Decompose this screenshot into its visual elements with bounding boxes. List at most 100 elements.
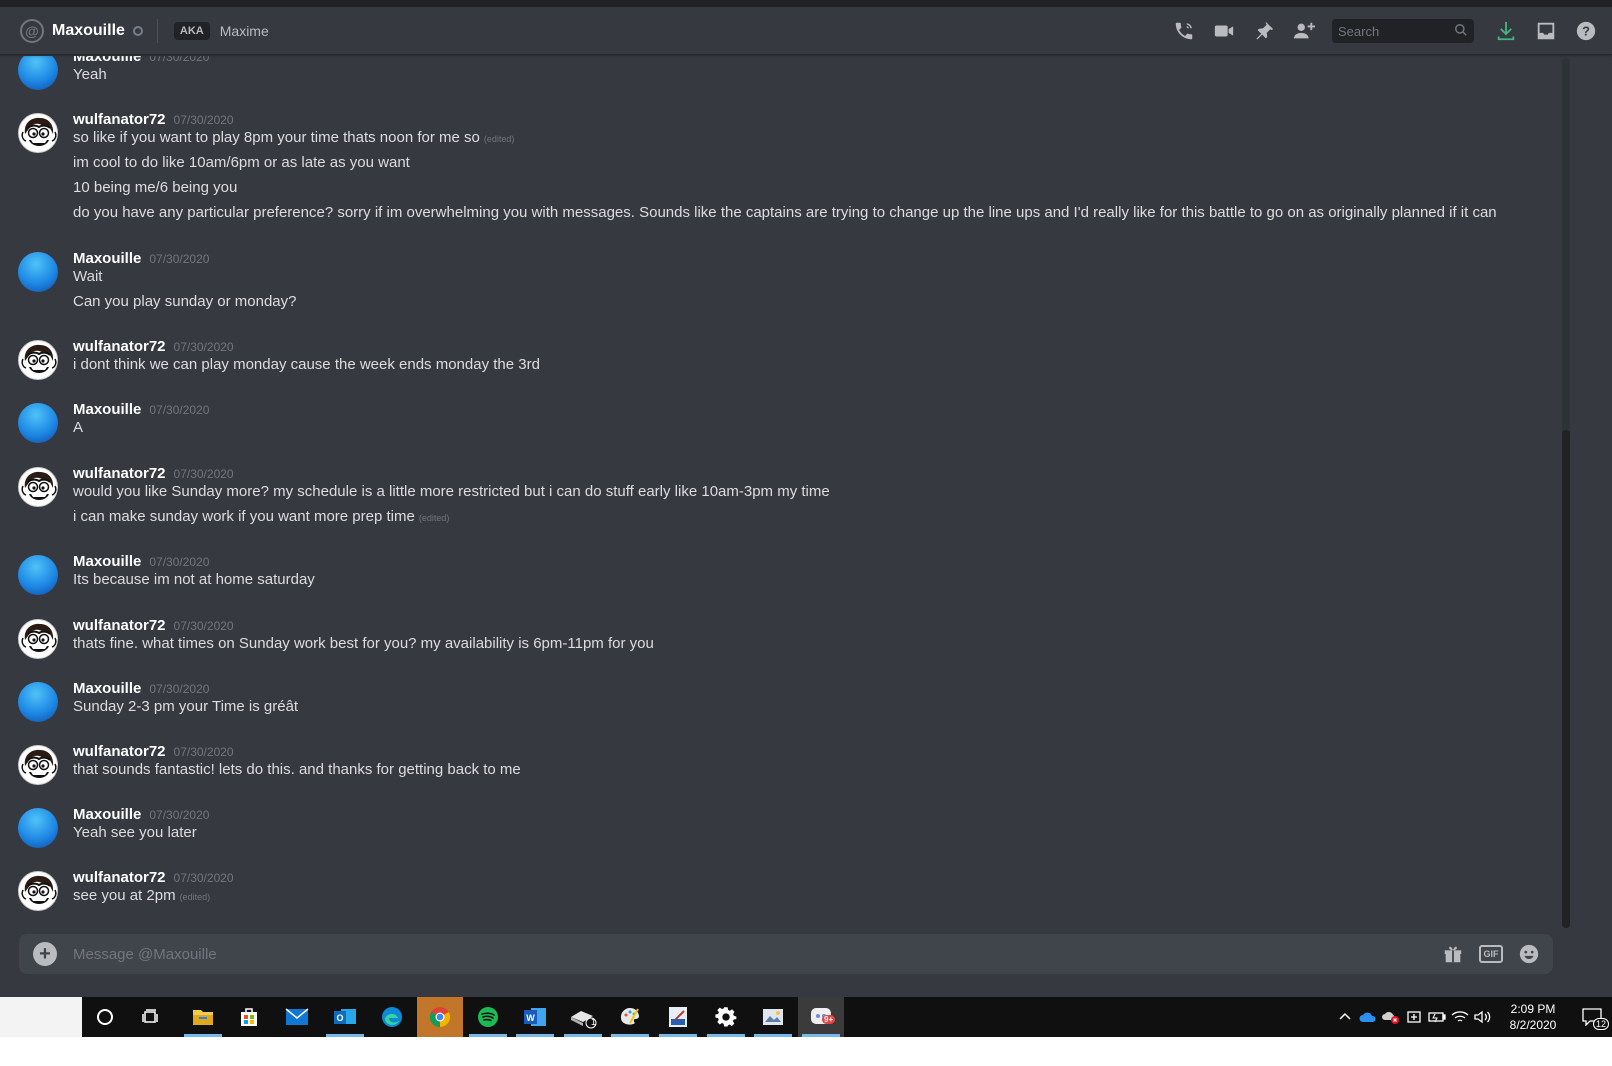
outlook-icon[interactable]: O: [322, 997, 368, 1037]
author-name[interactable]: Maxouille: [73, 680, 141, 697]
search-input[interactable]: [1332, 19, 1474, 43]
discord-icon[interactable]: 9+: [798, 997, 844, 1037]
author-name[interactable]: Maxouille: [73, 56, 141, 65]
microsoft-store-icon[interactable]: [226, 997, 272, 1037]
message-content: do you have any particular preference? s…: [73, 204, 1497, 221]
inbox-icon[interactable]: [1534, 19, 1558, 43]
message-timestamp: 07/30/2020: [149, 555, 210, 569]
aka-tag: AKA: [173, 21, 210, 40]
paint-icon[interactable]: [607, 997, 653, 1037]
add-friends-to-dm-icon[interactable]: [1292, 19, 1316, 43]
search-icon: [1455, 24, 1467, 36]
avatar[interactable]: [18, 619, 58, 659]
help-icon[interactable]: ?: [1574, 19, 1598, 43]
snipping-tool-icon[interactable]: [655, 997, 701, 1037]
chevron-up-icon[interactable]: [1333, 997, 1356, 1037]
word-icon[interactable]: W: [512, 997, 558, 1037]
message-author[interactable]: wulfanator72 07/30/2020: [73, 617, 234, 634]
avatar[interactable]: [18, 56, 58, 90]
message-content: so like if you want to play 8pm your tim…: [73, 129, 480, 146]
avatar[interactable]: [18, 682, 58, 722]
edited-tag: (edited): [483, 134, 515, 144]
screen-bottom-strip: [0, 1037, 1612, 1066]
security-icon[interactable]: [1402, 997, 1425, 1037]
emoji-icon[interactable]: [1517, 942, 1541, 966]
avatar[interactable]: [18, 113, 58, 153]
gif-icon[interactable]: GIF: [1479, 942, 1503, 966]
message-text: Can you play sunday or monday?: [73, 292, 296, 312]
gift-icon[interactable]: [1441, 942, 1465, 966]
avatar[interactable]: [18, 252, 58, 292]
battery-icon[interactable]: [1425, 997, 1448, 1037]
message-author[interactable]: Maxouille 07/30/2020: [73, 806, 209, 823]
avatar[interactable]: [18, 340, 58, 380]
message-author[interactable]: Maxouille 07/30/2020: [73, 401, 209, 418]
message-content: thats fine. what times on Sunday work be…: [73, 635, 654, 652]
download-icon[interactable]: [1494, 19, 1518, 43]
dm-username: Maxouille: [52, 21, 125, 39]
author-name[interactable]: Maxouille: [73, 401, 141, 418]
message-timestamp: 07/30/2020: [149, 56, 210, 64]
header-divider: [156, 18, 158, 43]
message-author[interactable]: Maxouille 07/30/2020: [73, 250, 209, 267]
message-author[interactable]: wulfanator72 07/30/2020: [73, 869, 234, 886]
avatar[interactable]: [18, 555, 58, 595]
message-author[interactable]: Maxouille 07/30/2020: [73, 680, 209, 697]
chrome-icon[interactable]: [417, 997, 463, 1037]
file-explorer-icon[interactable]: [180, 997, 226, 1037]
add-attachment-icon[interactable]: +: [33, 942, 57, 966]
avatar[interactable]: [18, 745, 58, 785]
message-timestamp: 07/30/2020: [149, 252, 210, 266]
wifi-icon[interactable]: [1448, 997, 1471, 1037]
settings-icon[interactable]: [703, 997, 749, 1037]
message-text: that sounds fantastic! lets do this. and…: [73, 760, 521, 780]
message-content: i dont think we can play monday cause th…: [73, 356, 540, 373]
author-name[interactable]: wulfanator72: [73, 338, 166, 355]
author-name[interactable]: wulfanator72: [73, 617, 166, 634]
message-input[interactable]: [57, 934, 1434, 974]
avatar[interactable]: [18, 403, 58, 443]
taskbar-clock[interactable]: 2:09 PM 8/2/2020: [1494, 1001, 1572, 1033]
author-name[interactable]: wulfanator72: [73, 111, 166, 128]
message-content: Its because im not at home saturday: [73, 571, 315, 588]
author-name[interactable]: Maxouille: [73, 250, 141, 267]
author-name[interactable]: wulfanator72: [73, 869, 166, 886]
message-author[interactable]: wulfanator72 07/30/2020: [73, 111, 234, 128]
scrollbar-thumb[interactable]: [1562, 430, 1570, 928]
pinned-messages-icon[interactable]: [1252, 19, 1276, 43]
message-content: i can make sunday work if you want more …: [73, 508, 415, 525]
start-video-call-icon[interactable]: [1212, 19, 1236, 43]
onedrive-error-icon[interactable]: [1379, 997, 1402, 1037]
photos-icon[interactable]: [750, 997, 796, 1037]
message-author[interactable]: Maxouille 07/30/2020: [73, 553, 209, 570]
mail-icon[interactable]: [274, 997, 320, 1037]
message-author[interactable]: Maxouille 07/30/2020: [73, 56, 209, 65]
edge-icon[interactable]: [369, 997, 415, 1037]
spotify-icon[interactable]: [465, 997, 511, 1037]
message-timestamp: 07/30/2020: [173, 871, 234, 885]
author-name[interactable]: wulfanator72: [73, 743, 166, 760]
volume-icon[interactable]: [1471, 997, 1494, 1037]
avatar[interactable]: [18, 808, 58, 848]
message-text: Its because im not at home saturday: [73, 570, 315, 590]
message-author[interactable]: wulfanator72 07/30/2020: [73, 465, 234, 482]
edited-tag: (edited): [418, 513, 450, 523]
message-author[interactable]: wulfanator72 07/30/2020: [73, 338, 234, 355]
start-button[interactable]: [0, 997, 82, 1037]
search-box[interactable]: [1332, 19, 1474, 43]
author-name[interactable]: Maxouille: [73, 553, 141, 570]
author-name[interactable]: wulfanator72: [73, 465, 166, 482]
task-view-icon[interactable]: [128, 997, 174, 1037]
message-text: so like if you want to play 8pm your tim…: [73, 128, 514, 149]
cortana-search-icon[interactable]: [82, 997, 128, 1037]
avatar[interactable]: [18, 871, 58, 911]
start-voice-call-icon[interactable]: [1172, 19, 1196, 43]
onedrive-cloud-icon[interactable]: [1356, 997, 1379, 1037]
message-timestamp: 07/30/2020: [173, 467, 234, 481]
message-author[interactable]: wulfanator72 07/30/2020: [73, 743, 234, 760]
avatar[interactable]: [18, 467, 58, 507]
action-center-icon[interactable]: 12: [1572, 997, 1612, 1037]
author-name[interactable]: Maxouille: [73, 806, 141, 823]
app-icon[interactable]: 1: [560, 997, 606, 1037]
message-text: would you like Sunday more? my schedule …: [73, 482, 830, 502]
